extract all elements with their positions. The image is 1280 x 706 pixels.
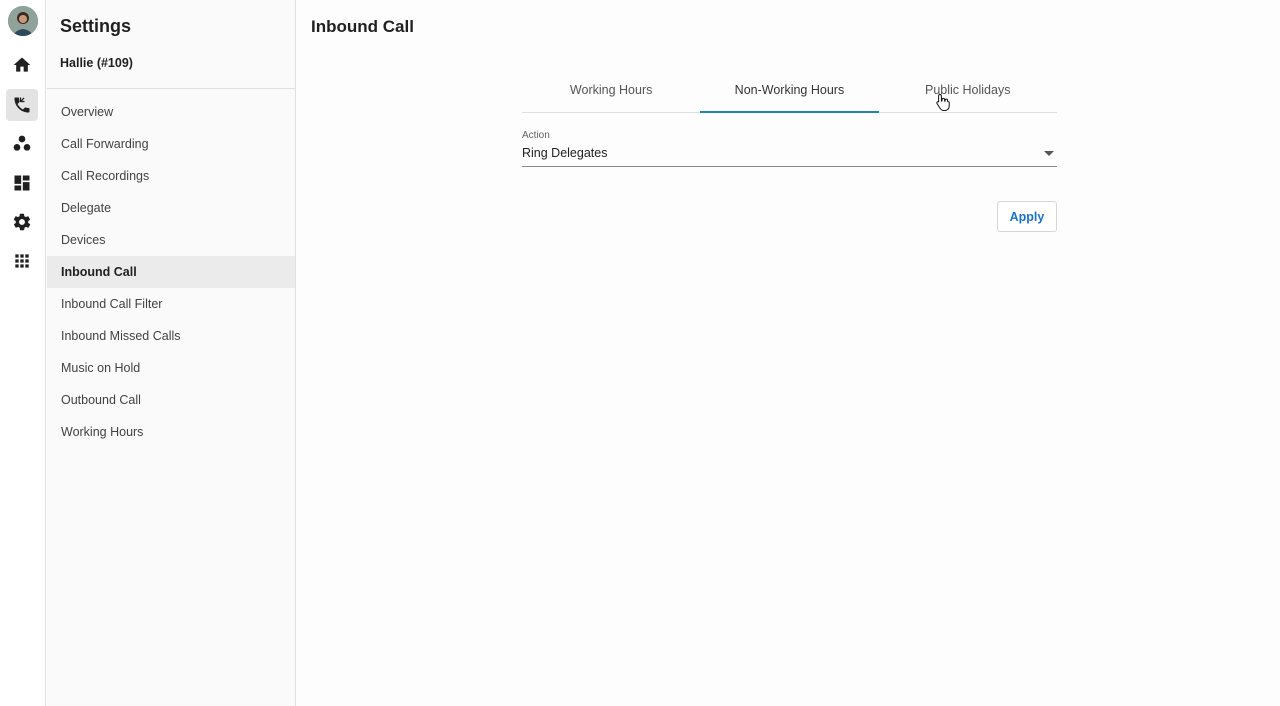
tab-bar: Working Hours Non-Working Hours Public H…: [522, 74, 1057, 113]
action-select-underline: [522, 166, 1057, 167]
gear-icon[interactable]: [6, 206, 38, 238]
sidebar-item-music-on-hold[interactable]: Music on Hold: [47, 352, 295, 384]
sidebar-item-inbound-missed-calls[interactable]: Inbound Missed Calls: [47, 320, 295, 352]
action-select-label: Action: [522, 130, 550, 141]
sidebar-item-inbound-call-filter[interactable]: Inbound Call Filter: [47, 288, 295, 320]
hand-cursor-icon: [936, 93, 950, 111]
sidebar-item-inbound-call[interactable]: Inbound Call: [47, 256, 295, 288]
avatar[interactable]: [8, 6, 38, 36]
icon-rail: [0, 0, 46, 706]
apps-grid-icon[interactable]: [6, 245, 38, 277]
home-icon[interactable]: [6, 49, 38, 81]
tab-non-working-hours[interactable]: Non-Working Hours: [700, 74, 879, 113]
sidebar-user-name: Hallie (#109): [60, 56, 133, 70]
sidebar-item-call-recordings[interactable]: Call Recordings: [47, 160, 295, 192]
action-select-value: Ring Delegates: [522, 146, 608, 160]
sidebar-divider: [47, 88, 295, 89]
settings-menu: Overview Call Forwarding Call Recordings…: [47, 96, 295, 448]
apply-button[interactable]: Apply: [997, 201, 1057, 232]
phone-icon[interactable]: [6, 89, 38, 121]
tab-public-holidays[interactable]: Public Holidays: [879, 74, 1057, 112]
main-content: Inbound Call Working Hours Non-Working H…: [296, 0, 1280, 706]
dashboard-icon[interactable]: [6, 167, 38, 199]
page-title: Inbound Call: [311, 17, 414, 36]
contacts-icon[interactable]: [6, 128, 38, 160]
tab-working-hours[interactable]: Working Hours: [522, 74, 700, 112]
sidebar-item-call-forwarding[interactable]: Call Forwarding: [47, 128, 295, 160]
sidebar-item-overview[interactable]: Overview: [47, 96, 295, 128]
sidebar-item-working-hours[interactable]: Working Hours: [47, 416, 295, 448]
sidebar-item-delegate[interactable]: Delegate: [47, 192, 295, 224]
chevron-down-icon: [1044, 151, 1054, 156]
app-window: Settings Hallie (#109) Overview Call For…: [0, 0, 1280, 706]
action-select[interactable]: Action Ring Delegates: [522, 130, 1057, 168]
sidebar-item-devices[interactable]: Devices: [47, 224, 295, 256]
settings-sidebar: Settings Hallie (#109) Overview Call For…: [47, 0, 296, 706]
sidebar-title: Settings: [60, 16, 132, 36]
sidebar-item-outbound-call[interactable]: Outbound Call: [47, 384, 295, 416]
